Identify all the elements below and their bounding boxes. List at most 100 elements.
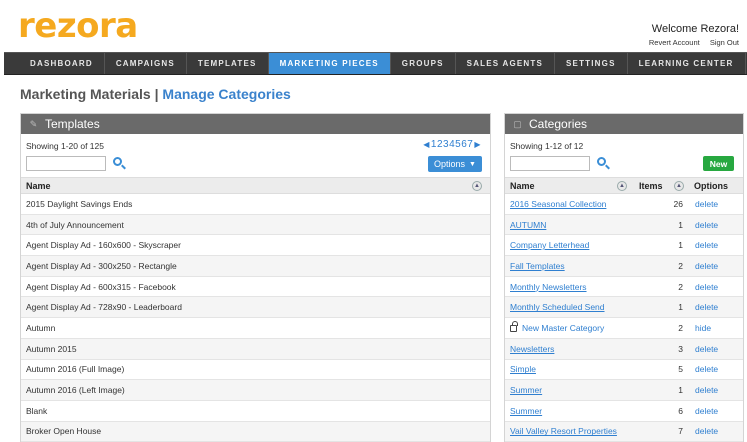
- templates-showing-count: Showing 1-20 of 125: [26, 141, 104, 151]
- table-row: Summer 6 delete: [505, 401, 743, 422]
- manage-categories-link[interactable]: Manage Categories: [162, 86, 290, 102]
- category-link[interactable]: 2016 Seasonal Collection: [510, 199, 606, 209]
- item-count: 2: [678, 260, 683, 271]
- templates-column-header: Name ▲: [21, 177, 490, 194]
- search-icon[interactable]: [596, 156, 610, 170]
- main-nav: DASHBOARD CAMPAIGNS TEMPLATES MARKETING …: [4, 52, 747, 75]
- welcome-message: Welcome Rezora!: [651, 23, 739, 35]
- hide-link[interactable]: hide: [695, 323, 711, 333]
- category-link[interactable]: Summer: [510, 406, 542, 416]
- caret-down-icon: ▼: [469, 160, 476, 168]
- category-link[interactable]: Monthly Newsletters: [510, 282, 587, 292]
- name-column-header[interactable]: Name: [26, 181, 51, 191]
- item-count: 7: [678, 426, 683, 437]
- templates-list: 2015 Daylight Savings Ends 4th of July A…: [21, 194, 490, 442]
- new-category-button[interactable]: New: [703, 156, 734, 171]
- table-row[interactable]: Autumn 2016 (Left Image): [21, 380, 490, 401]
- table-row[interactable]: Agent Display Ad - 160x600 - Skyscraper: [21, 235, 490, 257]
- template-name: Agent Display Ad - 160x600 - Skyscraper: [26, 240, 181, 251]
- delete-link[interactable]: delete: [695, 406, 718, 416]
- category-link[interactable]: Company Letterhead: [510, 240, 589, 250]
- category-link[interactable]: Monthly Scheduled Send: [510, 302, 605, 312]
- table-row: Summer 1 delete: [505, 380, 743, 401]
- search-icon[interactable]: [112, 156, 126, 170]
- nav-marketing-pieces[interactable]: MARKETING PIECES: [268, 53, 391, 74]
- delete-link[interactable]: delete: [695, 240, 718, 250]
- categories-panel: ▢ Categories Showing 1-12 of 12 New Name…: [504, 113, 744, 442]
- template-name: Autumn 2016 (Left Image): [26, 385, 125, 396]
- delete-link[interactable]: delete: [695, 199, 718, 209]
- sort-icon[interactable]: ▲: [674, 181, 684, 191]
- items-column-header[interactable]: Items: [639, 181, 663, 191]
- table-row[interactable]: Blank: [21, 401, 490, 422]
- table-row: Vail Valley Resort Properties 7 delete: [505, 421, 743, 442]
- page-link[interactable]: 7: [467, 139, 473, 150]
- delete-link[interactable]: delete: [695, 426, 718, 436]
- category-link[interactable]: Newsletters: [510, 344, 554, 354]
- table-row[interactable]: Autumn 2015: [21, 338, 490, 360]
- template-name: Autumn 2015: [26, 343, 77, 354]
- delete-link[interactable]: delete: [695, 385, 718, 395]
- item-count: 5: [678, 364, 683, 375]
- item-count: 2: [678, 322, 683, 333]
- table-row[interactable]: Agent Display Ad - 600x315 - Facebook: [21, 277, 490, 298]
- nav-settings[interactable]: SETTINGS: [555, 53, 628, 74]
- category-link[interactable]: Vail Valley Resort Properties: [510, 426, 617, 436]
- table-row: AUTUMN 1 delete: [505, 214, 743, 236]
- category-link[interactable]: Simple: [510, 364, 536, 374]
- template-name: Blank: [26, 405, 48, 416]
- prev-page-icon[interactable]: ◀: [423, 140, 430, 149]
- nav-learning-center[interactable]: LEARNING CENTER: [628, 53, 746, 74]
- page-title: Marketing Materials | Manage Categories: [20, 86, 291, 102]
- table-row: Monthly Newsletters 2 delete: [505, 277, 743, 298]
- delete-link[interactable]: delete: [695, 282, 718, 292]
- account-links: Revert Account Sign Out: [641, 38, 739, 47]
- table-row[interactable]: Agent Display Ad - 300x250 - Rectangle: [21, 256, 490, 277]
- table-row[interactable]: 4th of July Announcement: [21, 214, 490, 236]
- templates-panel-header: ✎ Templates: [21, 114, 490, 134]
- nav-campaigns[interactable]: CAMPAIGNS: [105, 53, 187, 74]
- rezora-logo[interactable]: rezora: [18, 6, 138, 46]
- delete-link[interactable]: delete: [695, 261, 718, 271]
- table-row: 2016 Seasonal Collection 26 delete: [505, 194, 743, 215]
- template-name: Agent Display Ad - 300x250 - Rectangle: [26, 260, 177, 271]
- sort-icon[interactable]: ▲: [472, 181, 482, 191]
- category-link[interactable]: Summer: [510, 385, 542, 395]
- next-page-icon[interactable]: ▶: [474, 140, 481, 149]
- sign-out-link[interactable]: Sign Out: [710, 38, 739, 47]
- revert-account-link[interactable]: Revert Account: [649, 38, 700, 47]
- category-link[interactable]: New Master Category: [510, 320, 605, 333]
- table-row: Fall Templates 2 delete: [505, 256, 743, 277]
- category-link[interactable]: Fall Templates: [510, 261, 565, 271]
- sort-icon[interactable]: ▲: [617, 181, 627, 191]
- table-row[interactable]: 2015 Daylight Savings Ends: [21, 194, 490, 215]
- pencil-icon: ✎: [29, 118, 38, 129]
- app-header: rezora Welcome Rezora! Revert Account Si…: [0, 0, 747, 50]
- delete-link[interactable]: delete: [695, 302, 718, 312]
- templates-search-input[interactable]: [26, 156, 106, 171]
- delete-link[interactable]: delete: [695, 344, 718, 354]
- delete-link[interactable]: delete: [695, 220, 718, 230]
- table-row[interactable]: Agent Display Ad - 728x90 - Leaderboard: [21, 297, 490, 319]
- nav-templates[interactable]: TEMPLATES: [187, 53, 269, 74]
- categories-panel-header: ▢ Categories: [505, 114, 743, 134]
- templates-options-button[interactable]: Options ▼: [428, 156, 482, 172]
- categories-search-input[interactable]: [510, 156, 590, 171]
- nav-groups[interactable]: GROUPS: [391, 53, 456, 74]
- template-name: Autumn: [26, 322, 56, 333]
- nav-dashboard[interactable]: DASHBOARD: [4, 53, 105, 74]
- name-column-header[interactable]: Name: [510, 181, 535, 191]
- item-count: 3: [678, 343, 683, 354]
- table-row[interactable]: Broker Open House: [21, 421, 490, 442]
- table-row: New Master Category 2 hide: [505, 318, 743, 339]
- category-link[interactable]: AUTUMN: [510, 220, 546, 230]
- template-name: Agent Display Ad - 728x90 - Leaderboard: [26, 302, 182, 313]
- nav-sales-agents[interactable]: SALES AGENTS: [456, 53, 556, 74]
- item-count: 26: [673, 198, 683, 209]
- delete-link[interactable]: delete: [695, 364, 718, 374]
- category-name: New Master Category: [522, 322, 605, 333]
- lock-icon: [510, 320, 518, 332]
- table-row[interactable]: Autumn 2016 (Full Image): [21, 360, 490, 381]
- template-name: Autumn 2016 (Full Image): [26, 364, 125, 375]
- table-row[interactable]: Autumn: [21, 318, 490, 339]
